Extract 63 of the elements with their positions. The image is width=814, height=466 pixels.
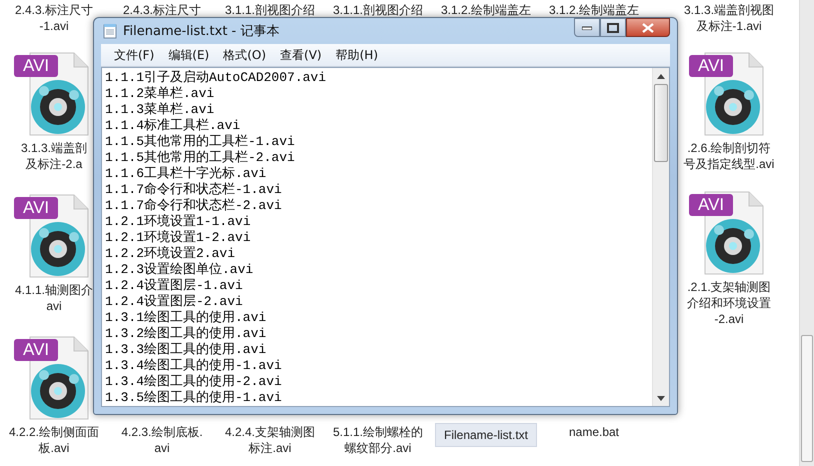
maximize-button[interactable] (600, 18, 626, 37)
notepad-icon (103, 23, 117, 39)
file-name[interactable]: 2.4.3.标注尺寸 (122, 1, 202, 19)
text-line: 1.3.3绘图工具的使用.avi (105, 342, 268, 358)
file-name[interactable]: 3.1.3.端盖剖 及标注-2.a (20, 139, 88, 173)
scroll-thumb[interactable] (801, 335, 813, 462)
file-name[interactable]: 4.1.1.轴测图介 avi (14, 281, 94, 315)
file-name[interactable]: 4.2.3.绘制底板. avi (120, 423, 204, 457)
menu-item[interactable]: 帮助(H) (328, 46, 385, 64)
file-name[interactable]: 3.1.3.端盖剖视图 及标注-1.avi (683, 1, 776, 35)
text-area[interactable] (101, 67, 670, 407)
file-name[interactable]: 4.2.2.绘制侧面面 板.avi (8, 423, 100, 457)
text-line: 1.2.1环境设置1-1.avi (105, 214, 252, 230)
text-line: 1.1.6工具栏十字光标.avi (105, 166, 268, 182)
minimize-icon (582, 26, 592, 30)
scrollbar[interactable] (799, 0, 814, 466)
menu-item[interactable]: 查看(V) (273, 46, 329, 64)
scroll-down-icon[interactable] (657, 396, 665, 400)
close-icon (642, 22, 654, 32)
text-line: 1.1.2菜单栏.avi (105, 86, 216, 102)
menu-item[interactable]: 格式(O) (216, 46, 274, 64)
close-button[interactable] (626, 18, 670, 37)
scrollbar[interactable] (652, 68, 669, 406)
window-title: Filename-list.txt - 记事本 (123, 23, 280, 40)
text-line: 1.1.7命令行和状态栏-2.avi (105, 198, 283, 214)
file-type-label: AVI (14, 339, 58, 361)
text-line: 1.1.3菜单栏.avi (105, 102, 216, 118)
text-line: 1.1.7命令行和状态栏-1.avi (105, 182, 283, 198)
file-name[interactable]: 3.1.2.绘制端盖左 (440, 1, 532, 19)
text-line: 1.1.5其他常用的工具栏-2.avi (105, 150, 296, 166)
text-line: 1.3.1绘图工具的使用.avi (105, 310, 268, 326)
scroll-up-icon[interactable] (657, 74, 665, 78)
text-line: 1.2.3设置绘图单位.avi (105, 262, 254, 278)
file-name[interactable]: 2.4.3.标注尺寸 -1.avi (14, 1, 94, 35)
text-line: 1.3.4绘图工具的使用-1.avi (105, 358, 283, 374)
text-line: 1.2.1环境设置1-2.avi (105, 230, 252, 246)
text-line: 1.3.4绘图工具的使用-2.avi (105, 374, 283, 390)
maximize-icon (607, 22, 619, 32)
file-type-label: AVI (14, 55, 58, 77)
file-name[interactable]: 5.1.1.绘制螺栓的 螺纹部分.avi (332, 423, 424, 457)
text-line: 1.2.4设置图层-2.avi (105, 294, 244, 310)
scroll-thumb[interactable] (654, 84, 668, 162)
file-type-label: AVI (689, 194, 734, 216)
file-name[interactable]: Filename-list.txt (434, 423, 538, 447)
file-name[interactable]: name.bat (568, 423, 620, 441)
menu-item[interactable]: 文件(F) (107, 46, 162, 64)
file-name[interactable]: 4.2.4.支架轴测图 标注.avi (224, 423, 316, 457)
text-line: 1.3.2绘图工具的使用.avi (105, 326, 268, 342)
text-line: 1.1.5其他常用的工具栏-1.avi (105, 134, 296, 150)
text-line: 1.2.4设置图层-1.avi (105, 278, 244, 294)
text-line: 1.2.2环境设置2.avi (105, 246, 236, 262)
file-name[interactable]: 3.1.2.绘制端盖左 (548, 1, 640, 19)
text-line: 1.3.5绘图工具的使用-1.avi (105, 390, 283, 406)
text-line: 1.1.1引子及启动AutoCAD2007.avi (105, 70, 328, 86)
file-name[interactable]: 3.1.1.剖视图介绍 (224, 1, 316, 19)
file-type-label: AVI (689, 55, 734, 77)
menu-item[interactable]: 编辑(E) (161, 46, 216, 64)
file-name[interactable]: 3.1.1.剖视图介绍 (332, 1, 424, 19)
minimize-button[interactable] (574, 18, 600, 37)
file-type-label: AVI (14, 197, 58, 219)
text-line: 1.1.4标准工具栏.avi (105, 118, 242, 134)
file-name[interactable]: .2.1.支架轴测图 介绍和环境设置 -2.avi (686, 278, 772, 328)
file-name[interactable]: .2.6.绘制剖切符 号及指定线型.avi (682, 139, 776, 173)
